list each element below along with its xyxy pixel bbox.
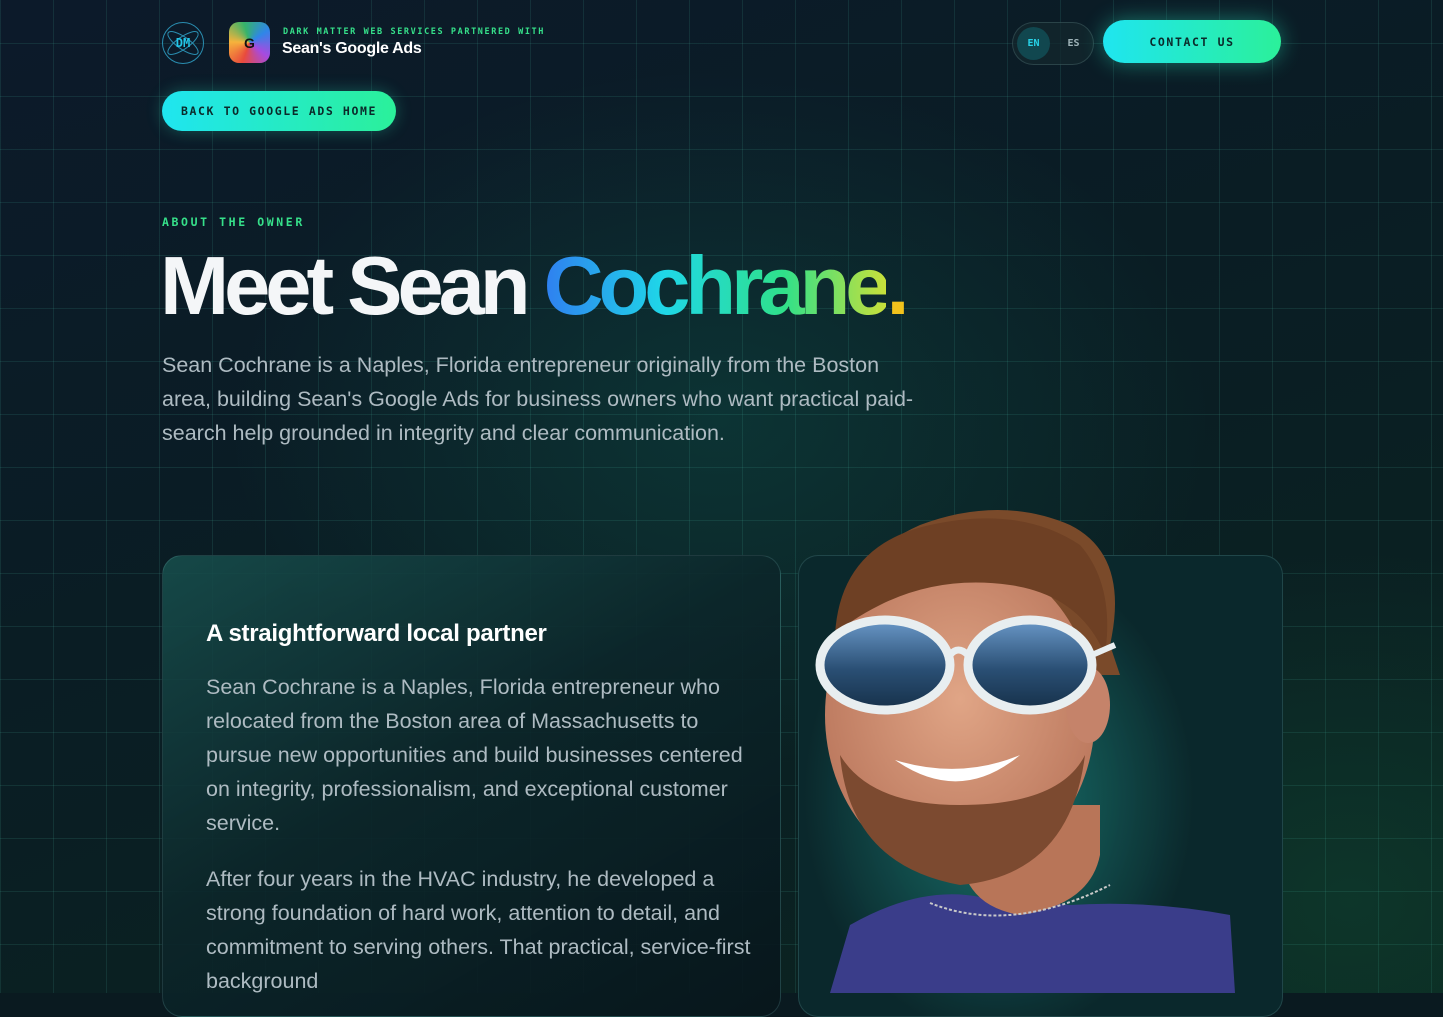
about-paragraph-1: Sean Cochrane is a Naples, Florida entre…: [206, 675, 743, 835]
back-to-home-button[interactable]: BACK TO GOOGLE ADS HOME: [162, 91, 396, 131]
about-paragraph-2: After four years in the HVAC industry, h…: [206, 867, 751, 993]
brand-name[interactable]: Sean's Google Ads: [282, 40, 422, 58]
language-es-button[interactable]: ES: [1057, 27, 1090, 60]
intro-paragraph: Sean Cochrane is a Naples, Florida entre…: [162, 353, 914, 445]
about-card: A straightforward local partner Sean Coc…: [162, 555, 781, 1017]
about-card-title: A straightforward local partner: [206, 620, 547, 647]
section-eyebrow: ABOUT THE OWNER: [162, 215, 305, 229]
google-ads-logo[interactable]: G: [229, 22, 270, 63]
logo-text: DM: [175, 36, 191, 50]
owner-portrait: [815, 510, 1235, 993]
contact-us-button[interactable]: CONTACT US: [1103, 20, 1281, 63]
dark-matter-logo[interactable]: DM: [162, 22, 204, 64]
title-plain: Meet Sean: [160, 239, 544, 332]
language-en-button[interactable]: EN: [1017, 27, 1050, 60]
title-highlight: Cochrane: [543, 239, 892, 332]
google-logo-letter: G: [244, 34, 255, 51]
language-toggle[interactable]: EN ES: [1012, 22, 1094, 65]
partner-line: DARK MATTER WEB SERVICES PARTNERED WITH: [283, 27, 545, 37]
title-period: .: [886, 239, 909, 332]
page-title: Meet Sean Cochrane.: [160, 236, 910, 336]
